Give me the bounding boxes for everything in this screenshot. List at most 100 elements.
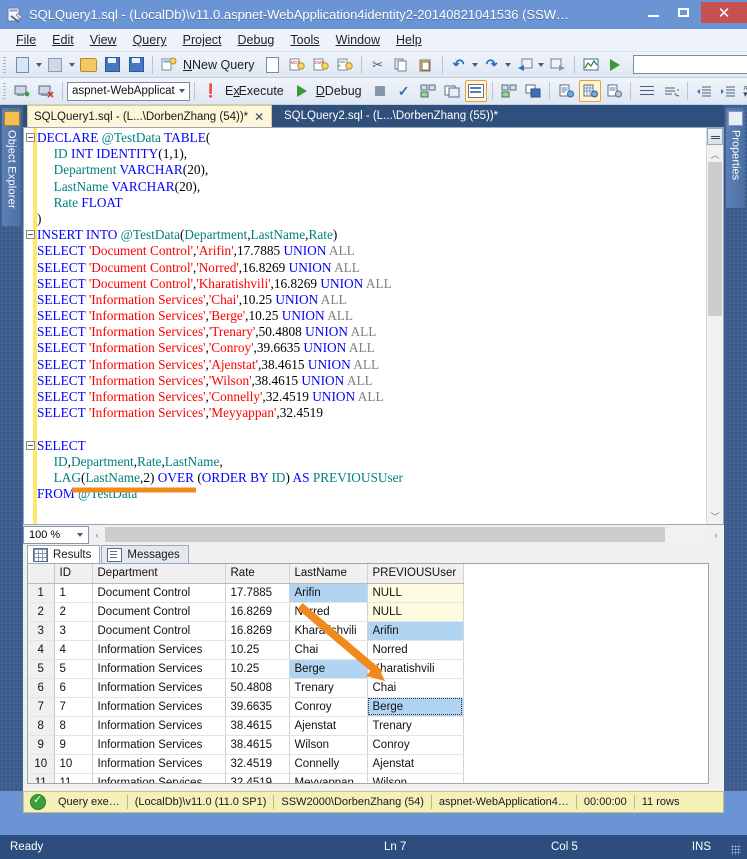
scroll-right-icon[interactable]: › [708, 527, 724, 543]
toolbar-overflow-button[interactable]: »▾ [740, 79, 747, 103]
table-row[interactable]: 2 2 Document Control 16.8269 Norred NULL [28, 602, 464, 622]
cell-lastname[interactable]: Berge [289, 659, 368, 679]
cell-id[interactable]: 5 [54, 659, 93, 679]
table-row[interactable]: 10 10 Information Services 32.4519 Connelly A… [28, 754, 464, 774]
maximize-button[interactable] [668, 2, 698, 24]
results-to-grid-icon[interactable] [578, 80, 601, 102]
table-row[interactable]: 5 5 Information Services 10.25 Berge Kharatis… [28, 659, 464, 679]
cell-id[interactable]: 9 [54, 735, 93, 755]
tab-close-icon[interactable]: ✕ [254, 110, 264, 124]
new-mdx-query-icon[interactable]: MDX [286, 54, 308, 76]
column-header-id[interactable]: ID [54, 564, 93, 584]
cell-lastname[interactable]: Norred [289, 602, 368, 622]
cell-department[interactable]: Information Services [92, 659, 226, 679]
tab-results[interactable]: Results [27, 545, 101, 564]
menu-item-project[interactable]: Project [175, 30, 230, 50]
collapse-toggle-icon[interactable] [26, 133, 35, 142]
table-row[interactable]: 11 11 Information Services 32.4519 Meyyappan… [28, 773, 464, 783]
row-number-cell[interactable]: 10 [28, 754, 55, 774]
menu-item-window[interactable]: Window [328, 30, 388, 50]
cell-rate[interactable]: 38.4615 [225, 735, 290, 755]
cell-department[interactable]: Information Services [92, 716, 226, 736]
navigate-forward-icon[interactable] [547, 54, 569, 76]
paste-icon[interactable] [415, 54, 437, 76]
include-actual-plan-icon[interactable] [498, 80, 520, 102]
cell-previoususer[interactable]: NULL [367, 602, 464, 622]
cell-id[interactable]: 8 [54, 716, 93, 736]
cell-lastname[interactable]: Meyyappan [289, 773, 368, 783]
cell-id[interactable]: 7 [54, 697, 93, 717]
database-combo-chevron-icon[interactable] [175, 89, 189, 93]
menu-item-help[interactable]: Help [388, 30, 430, 50]
open-file-icon[interactable] [77, 54, 99, 76]
cell-rate[interactable]: 39.6635 [225, 697, 290, 717]
parse-check-icon[interactable]: ✓ [393, 80, 415, 102]
scrollbar-thumb[interactable] [708, 162, 722, 316]
connect-icon[interactable] [11, 80, 33, 102]
new-query-icon[interactable] [158, 54, 180, 76]
row-number-cell[interactable]: 5 [28, 659, 55, 679]
row-number-cell[interactable]: 3 [28, 621, 55, 641]
redo-dropdown-icon[interactable] [504, 55, 513, 75]
results-to-text-icon[interactable] [555, 80, 577, 102]
row-number-cell[interactable]: 4 [28, 640, 55, 660]
cell-rate[interactable]: 32.4519 [225, 754, 290, 774]
run-icon[interactable] [604, 54, 626, 76]
cell-id[interactable]: 11 [54, 773, 93, 783]
column-header-previoususer[interactable]: PREVIOUSUser [367, 564, 464, 584]
cell-previoususer[interactable]: Chai [367, 678, 464, 698]
cell-previoususer[interactable]: Arifin [367, 621, 464, 641]
cell-rate[interactable]: 10.25 [225, 659, 290, 679]
cell-previoususer[interactable]: Wilson [367, 773, 464, 783]
undo-dropdown-icon[interactable] [471, 55, 480, 75]
cell-rate[interactable]: 17.7885 [225, 583, 290, 603]
editor-horizontal-scrollbar[interactable] [105, 527, 708, 542]
copy-icon[interactable] [391, 54, 413, 76]
results-to-file-icon[interactable] [603, 80, 625, 102]
cell-department[interactable]: Information Services [92, 640, 226, 660]
tab-messages[interactable]: Messages [101, 545, 189, 564]
cell-rate[interactable]: 38.4615 [225, 716, 290, 736]
execute-bang-icon[interactable]: ❗ [200, 80, 222, 102]
table-row[interactable]: 7 7 Information Services 39.6635 Conroy Berge [28, 697, 464, 717]
debug-button[interactable]: DDebug [314, 84, 368, 98]
cell-department[interactable]: Information Services [92, 754, 226, 774]
table-row[interactable]: 4 4 Information Services 10.25 Chai Norred [28, 640, 464, 660]
cell-id[interactable]: 2 [54, 602, 93, 622]
table-row[interactable]: 1 1 Document Control 17.7885 Arifin NULL [28, 583, 464, 603]
row-number-cell[interactable]: 1 [28, 583, 55, 603]
undo-icon[interactable]: ↶ [448, 54, 470, 76]
menu-item-tools[interactable]: Tools [282, 30, 327, 50]
tab-sqlquery2[interactable]: SQLQuery2.sql - (L...\DorbenZhang (55))* [278, 105, 518, 127]
database-combo[interactable]: aspnet-WebApplication4ide [67, 81, 190, 101]
navigate-dropdown-icon[interactable] [537, 55, 546, 75]
uncomment-lines-icon[interactable] [660, 80, 682, 102]
cell-rate[interactable]: 50.4808 [225, 678, 290, 698]
new-project-icon[interactable] [44, 54, 66, 76]
solution-combo[interactable] [632, 55, 747, 74]
include-client-statistics-icon[interactable] [522, 80, 544, 102]
cell-lastname[interactable]: Connelly [289, 754, 368, 774]
cell-department[interactable]: Information Services [92, 697, 226, 717]
new-xmla-query-icon[interactable]: XML A [334, 54, 356, 76]
row-number-cell[interactable]: 8 [28, 716, 55, 736]
collapse-toggle-icon[interactable] [26, 230, 35, 240]
activity-monitor-icon[interactable] [580, 54, 602, 76]
column-header-rate[interactable]: Rate [225, 564, 290, 584]
intellisense-toggle-icon[interactable] [464, 80, 487, 102]
cell-id[interactable]: 3 [54, 621, 93, 641]
cell-id[interactable]: 6 [54, 678, 93, 698]
column-header-lastname[interactable]: LastName [289, 564, 368, 584]
cell-department[interactable]: Information Services [92, 773, 226, 783]
save-all-icon[interactable] [125, 54, 147, 76]
cell-previoususer[interactable]: Norred [367, 640, 464, 660]
cell-lastname[interactable]: Trenary [289, 678, 368, 698]
cell-lastname[interactable]: Ajenstat [289, 716, 368, 736]
cell-previoususer[interactable]: Ajenstat [367, 754, 464, 774]
minimize-button[interactable] [638, 2, 668, 24]
table-row[interactable]: 3 3 Document Control 16.8269 Kharatishvili Ar… [28, 621, 464, 641]
cell-lastname[interactable]: Conroy [289, 697, 368, 717]
cell-lastname[interactable]: Chai [289, 640, 368, 660]
table-row[interactable]: 9 9 Information Services 38.4615 Wilson Conro… [28, 735, 464, 755]
editor-vertical-scrollbar[interactable]: ︿ ﹀ [706, 128, 723, 524]
